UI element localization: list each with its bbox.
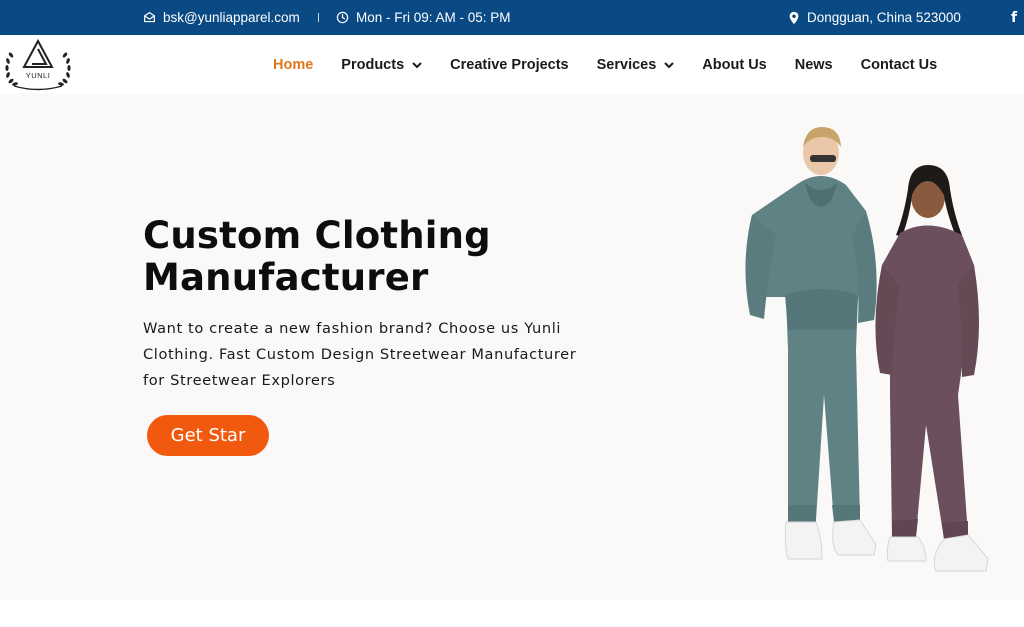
nav-services[interactable]: Services bbox=[597, 57, 675, 73]
hours-text: Mon - Fri 09: AM - 05: PM bbox=[356, 10, 511, 25]
nav-about-us[interactable]: About Us bbox=[702, 57, 766, 73]
nav-home[interactable]: Home bbox=[273, 57, 313, 73]
nav-services-label[interactable]: Services bbox=[597, 57, 657, 73]
facebook-glyph[interactable]: f bbox=[1011, 10, 1017, 26]
nav-products[interactable]: Products bbox=[341, 57, 422, 73]
nav-news-label[interactable]: News bbox=[795, 57, 833, 73]
site-header: YUNLI Home Products Creative Projects Se… bbox=[0, 35, 1024, 94]
topbar-divider bbox=[318, 13, 319, 22]
model-teal-hoodie bbox=[745, 127, 877, 560]
logo-text: YUNLI bbox=[26, 71, 51, 80]
get-started-button[interactable]: Get Star bbox=[147, 415, 269, 456]
clock-icon bbox=[336, 11, 349, 24]
page-bottom-strip bbox=[0, 600, 1024, 627]
hero-title-line-2: Manufacturer bbox=[143, 256, 429, 299]
models-in-tracksuits-image bbox=[745, 127, 989, 572]
brand-logo[interactable]: YUNLI bbox=[2, 37, 74, 93]
nav-creative-projects-label[interactable]: Creative Projects bbox=[450, 57, 568, 73]
nav-products-label[interactable]: Products bbox=[341, 57, 404, 73]
chevron-down-icon[interactable] bbox=[664, 57, 675, 73]
hero-title-line-1: Custom Clothing bbox=[143, 214, 491, 257]
facebook-icon[interactable]: f bbox=[1011, 0, 1017, 35]
hero-subtitle-line-3: for Streetwear Explorers bbox=[143, 372, 336, 389]
nav-news[interactable]: News bbox=[795, 57, 833, 73]
nav-creative-projects[interactable]: Creative Projects bbox=[450, 57, 568, 73]
nav-about-us-label[interactable]: About Us bbox=[702, 57, 766, 73]
laurel-logo-icon: YUNLI bbox=[5, 38, 71, 91]
business-hours: Mon - Fri 09: AM - 05: PM bbox=[336, 0, 511, 35]
model-plum-hoodie bbox=[875, 165, 989, 572]
get-started-label[interactable]: Get Star bbox=[171, 425, 246, 446]
hero-subtitle: Want to create a new fashion brand? Choo… bbox=[143, 316, 613, 394]
nav-contact-us[interactable]: Contact Us bbox=[861, 57, 938, 73]
map-pin-icon bbox=[788, 11, 800, 25]
hero-banner: Custom Clothing Manufacturer Want to cre… bbox=[0, 95, 1024, 600]
hero-subtitle-line-2: Clothing. Fast Custom Design Streetwear … bbox=[143, 346, 577, 363]
hero-title: Custom Clothing Manufacturer bbox=[143, 215, 563, 299]
hero-subtitle-line-1: Want to create a new fashion brand? Choo… bbox=[143, 320, 562, 337]
envelope-icon bbox=[143, 11, 156, 24]
location-info: Dongguan, China 523000 bbox=[788, 0, 961, 35]
nav-home-label[interactable]: Home bbox=[273, 57, 313, 73]
chevron-down-icon[interactable] bbox=[412, 57, 422, 73]
top-info-bar: bsk@yunliapparel.com Mon - Fri 09: AM - … bbox=[0, 0, 1024, 35]
location-text: Dongguan, China 523000 bbox=[807, 10, 961, 25]
email-text[interactable]: bsk@yunliapparel.com bbox=[163, 10, 300, 25]
main-navigation: Home Products Creative Projects Services… bbox=[273, 35, 965, 94]
nav-contact-us-label[interactable]: Contact Us bbox=[861, 57, 938, 73]
email-contact[interactable]: bsk@yunliapparel.com bbox=[143, 0, 300, 35]
